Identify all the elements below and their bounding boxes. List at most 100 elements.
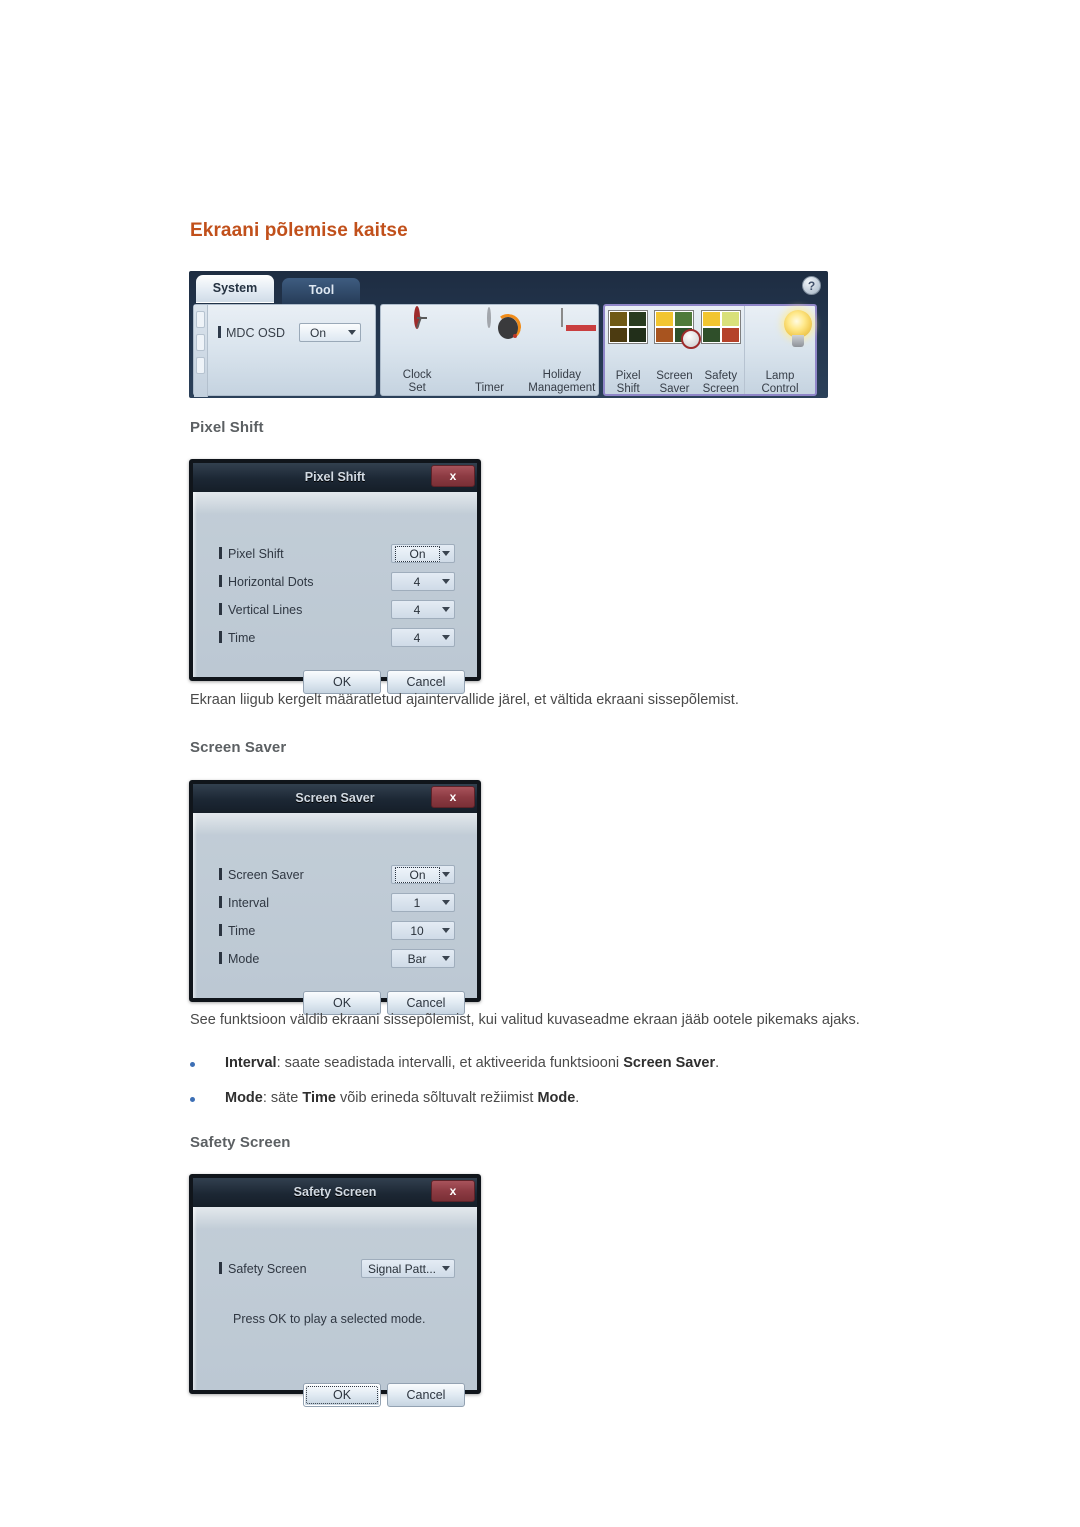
ribbon-label-line1: Lamp [765,370,795,382]
dialog-note: Press OK to play a selected mode. [233,1312,426,1326]
ribbon-button-timer[interactable]: Timer [453,305,525,397]
dialog-titlebar: Screen Saver x [193,784,477,813]
pixel-shift-description: Ekraan liigub kergelt määratletud ajaint… [190,692,739,708]
ribbon-button-screen-saver[interactable]: Screen Saver [651,306,702,398]
section-heading-pixel-shift: Pixel Shift [190,419,264,436]
ribbon-group-osd: MDC OSD On [193,304,376,397]
ribbon-button-pixel-shift[interactable]: Pixel Shift [605,306,651,398]
mdc-ribbon: System Tool ? MDC OSD On Clock Set Timer… [189,271,828,398]
dialog-body: Screen Saver On Interval 1 Time 10 Mode … [193,813,477,1015]
dialog-titlebar: Pixel Shift x [193,463,477,492]
cancel-button[interactable]: Cancel [387,670,465,694]
cancel-button[interactable]: Cancel [387,1383,465,1407]
mdc-osd-value: On [310,325,327,340]
field-value: On [395,545,440,562]
panel-rail [194,305,208,397]
pixel-shift-dialog: Pixel Shift x Pixel Shift On Horizontal … [189,459,481,694]
ribbon-body: MDC OSD On Clock Set Timer Holiday Manag… [189,301,828,398]
field-row: Time [219,923,255,938]
ribbon-label-line1: Timer [475,381,504,394]
field-row: Screen Saver [219,867,304,882]
interval-select[interactable]: 1 [391,893,455,912]
ribbon-button-holiday-management[interactable]: Holiday Management [526,305,598,397]
ribbon-label-line1: Holiday [542,369,581,381]
safety-screen-icon [700,310,741,344]
field-value: 4 [413,602,421,617]
document-page: Ekraani põlemise kaitse System Tool ? MD… [0,0,1080,1527]
section-heading-safety-screen: Safety Screen [190,1134,291,1151]
label-tick-icon [219,1262,222,1274]
field-label: Horizontal Dots [228,575,314,589]
close-icon[interactable]: x [431,786,475,808]
chevron-down-icon [442,635,450,640]
label-tick-icon [219,868,222,880]
label-tick-icon [219,952,222,964]
chevron-down-icon [442,1266,450,1271]
label-tick-icon [219,575,222,587]
screen-saver-dialog: Screen Saver x Screen Saver On Interval … [189,780,481,1015]
mdc-osd-label: MDC OSD [218,325,285,340]
field-value: 4 [413,574,421,589]
field-label: Mode [228,952,260,966]
field-label: Interval [228,896,269,910]
rail-chip [196,357,205,374]
dialog-body: Safety Screen Signal Patt... Press OK to… [193,1207,477,1407]
field-value: 1 [413,895,421,910]
tab-system[interactable]: System [196,275,274,303]
vertical-lines-select[interactable]: 4 [391,600,455,619]
ribbon-group-screen-burn-protection: Pixel Shift Screen Saver Safety Screen L… [603,304,817,396]
field-value: 10 [410,923,424,938]
mdc-osd-select[interactable]: On [299,323,362,342]
rail-chip [196,311,205,328]
ribbon-label-line1: Screen [656,370,693,382]
ribbon-label-line2: Screen [702,382,740,395]
close-icon[interactable]: x [431,465,475,487]
ribbon-label-line2: Control [761,382,799,395]
ok-button[interactable]: OK [303,670,381,694]
label-tick-icon [218,326,221,338]
ribbon-button-lamp-control[interactable]: Lamp Control [745,306,815,398]
safety-screen-select[interactable]: Signal Patt... [361,1259,455,1278]
time-select[interactable]: 4 [391,628,455,647]
ribbon-label-line2: Saver [659,382,690,395]
bullet-text-interval: Interval: saate seadistada intervalli, e… [225,1055,720,1071]
ribbon-label-line1: Clock [402,369,432,381]
field-label: Vertical Lines [228,603,303,617]
screen-saver-icon [654,310,702,349]
calendar-icon [560,308,596,331]
help-icon[interactable]: ? [802,276,821,295]
chevron-down-icon [442,579,450,584]
field-label: Safety Screen [228,1262,307,1276]
close-icon[interactable]: x [431,1180,475,1202]
field-label: Time [228,924,256,938]
ribbon-tab-strip: System Tool [196,275,364,304]
label-tick-icon [219,631,222,643]
ribbon-group-schedule: Clock Set Timer Holiday Management [380,304,599,396]
screen-saver-select[interactable]: On [391,865,455,884]
ok-button[interactable]: OK [303,1383,381,1407]
label-tick-icon [219,603,222,615]
time-select[interactable]: 10 [391,921,455,940]
bullet-dot-icon [190,1062,195,1067]
field-row: Vertical Lines [219,602,302,617]
ribbon-button-safety-screen[interactable]: Safety Screen [698,306,744,398]
field-label: Pixel Shift [228,547,284,561]
field-row: Mode [219,951,259,966]
chevron-down-icon [442,551,450,556]
field-label: Screen Saver [228,868,304,882]
mode-select[interactable]: Bar [391,949,455,968]
bullet-text-mode: Mode: säte Time võib erineda sõltuvalt r… [225,1090,580,1106]
field-row: Horizontal Dots [219,574,313,589]
field-value: On [395,866,440,883]
field-row: Pixel Shift [219,546,284,561]
mdc-osd-row: MDC OSD On [218,323,362,342]
field-row: Time [219,630,255,645]
horizontal-dots-select[interactable]: 4 [391,572,455,591]
timer-icon [487,307,524,342]
ribbon-label-line2: Management [528,381,596,394]
ribbon-button-clock-set[interactable]: Clock Set [381,305,453,397]
dialog-titlebar: Safety Screen x [193,1178,477,1207]
section-heading-screen-saver: Screen Saver [190,739,287,756]
chevron-down-icon [442,872,450,877]
pixel-shift-select[interactable]: On [391,544,455,563]
